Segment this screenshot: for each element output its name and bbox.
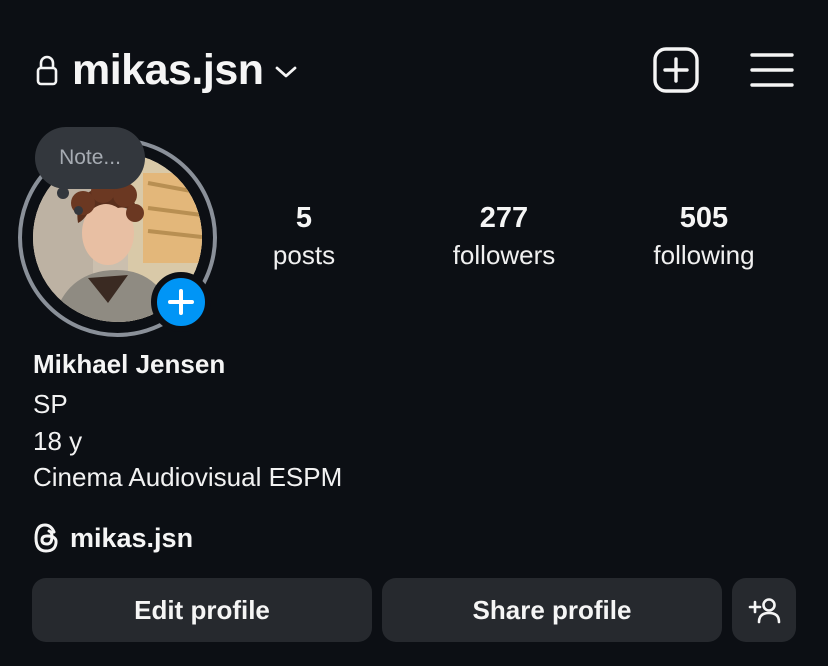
note-bubble[interactable]: Note... (35, 127, 145, 189)
username-title: mikas.jsn (72, 46, 264, 94)
followers-count[interactable]: 277 followers (424, 200, 584, 274)
share-profile-button[interactable]: Share profile (382, 578, 722, 642)
lock-icon (36, 55, 58, 86)
bio-line: Cinema Audiovisual ESPM (33, 462, 343, 492)
followers-count-value: 277 (479, 202, 529, 234)
threads-handle: mikas.jsn (70, 523, 194, 553)
create-post-button[interactable] (653, 47, 699, 93)
note-placeholder: Note... (59, 146, 121, 169)
following-count-label: following (653, 240, 755, 270)
add-story-button[interactable] (151, 272, 211, 332)
add-person-icon (748, 598, 781, 624)
threads-link[interactable]: mikas.jsn (33, 520, 193, 556)
posts-count-value: 5 (295, 202, 313, 234)
account-switcher[interactable]: mikas.jsn (72, 46, 298, 94)
discover-people-button[interactable] (732, 578, 796, 642)
bio-line: 18 y (33, 426, 83, 456)
chevron-down-icon (275, 66, 296, 78)
plus-icon (168, 289, 194, 315)
hamburger-menu-icon[interactable] (750, 52, 794, 88)
following-count-value: 505 (679, 202, 729, 234)
display-name: Mikhael Jensen (33, 349, 226, 379)
note-bubble-tail (74, 206, 83, 215)
followers-count-label: followers (452, 240, 556, 270)
bio-line: SP (33, 389, 68, 419)
posts-count-label: posts (272, 240, 336, 270)
posts-count[interactable]: 5 posts (224, 200, 384, 274)
threads-icon (34, 523, 58, 553)
edit-profile-button[interactable]: Edit profile (32, 578, 372, 642)
profile-header: mikas.jsn (0, 0, 828, 140)
following-count[interactable]: 505 following (624, 200, 784, 274)
